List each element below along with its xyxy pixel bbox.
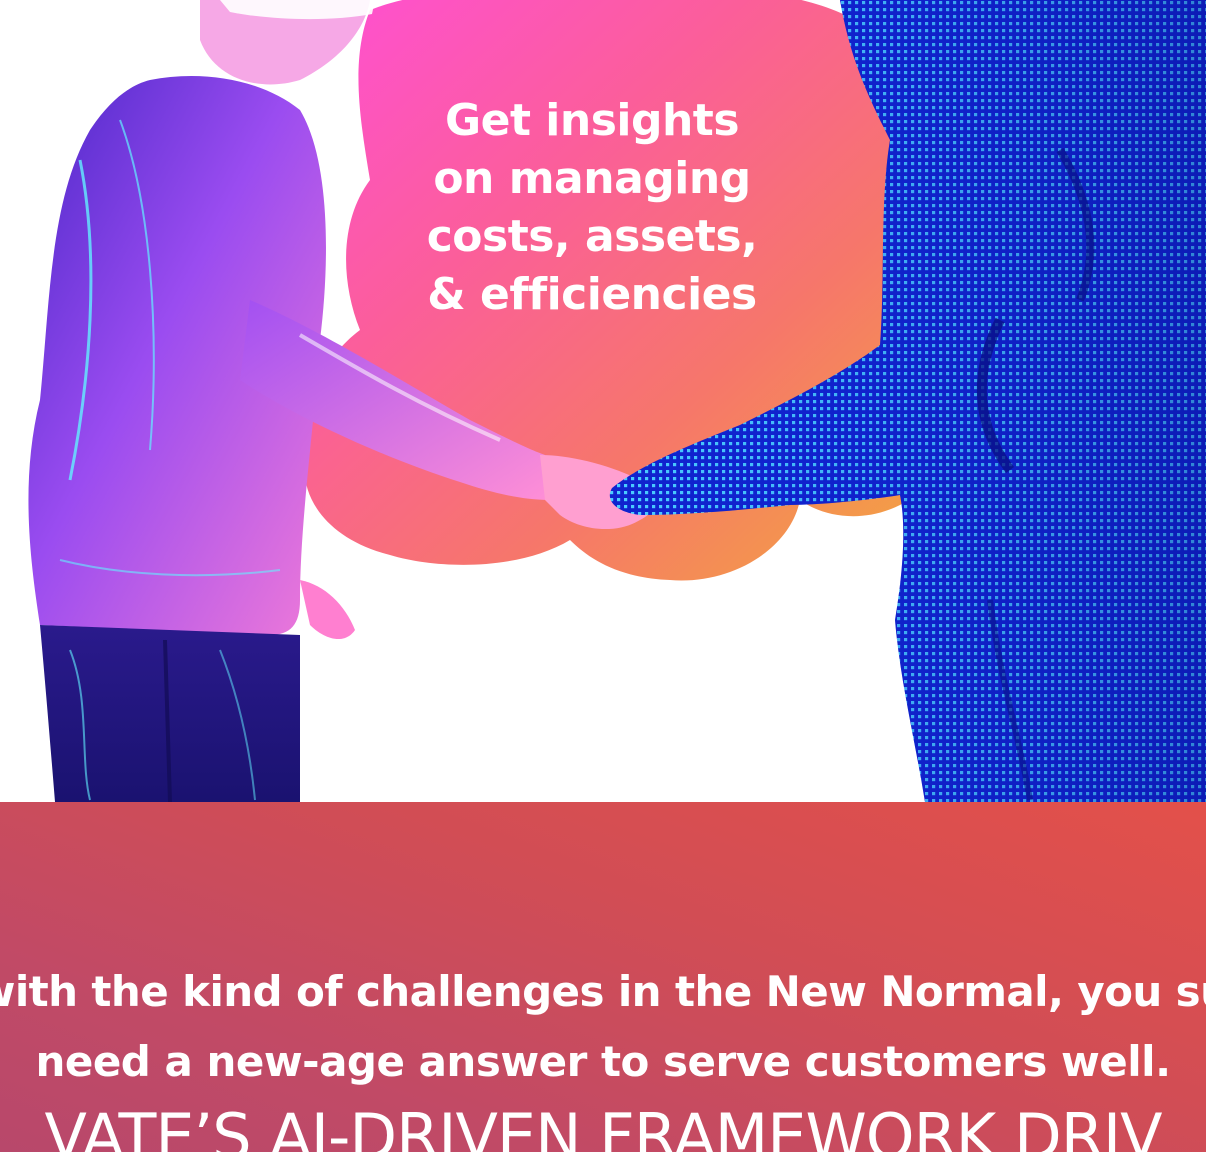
hero-title-line: on managing — [433, 153, 751, 204]
hero-title: Get insights on managing costs, assets, … — [392, 92, 792, 324]
hero-section: Get insights on managing costs, assets, … — [0, 0, 1206, 802]
page: Get insights on managing costs, assets, … — [0, 0, 1206, 1152]
hero-title-line: Get insights — [444, 95, 740, 146]
framework-heading: VATE’S AI-DRIVEN FRAMEWORK DRIV — [44, 1100, 1162, 1152]
hero-title-line: & efficiencies — [427, 269, 757, 320]
banner-text-line-1: with the kind of challenges in the New N… — [0, 967, 1206, 1016]
hero-title-line: costs, assets, — [426, 211, 758, 262]
banner-text-line-2: need a new-age answer to serve customers… — [35, 1037, 1171, 1086]
challenges-banner: with the kind of challenges in the New N… — [0, 802, 1206, 1152]
